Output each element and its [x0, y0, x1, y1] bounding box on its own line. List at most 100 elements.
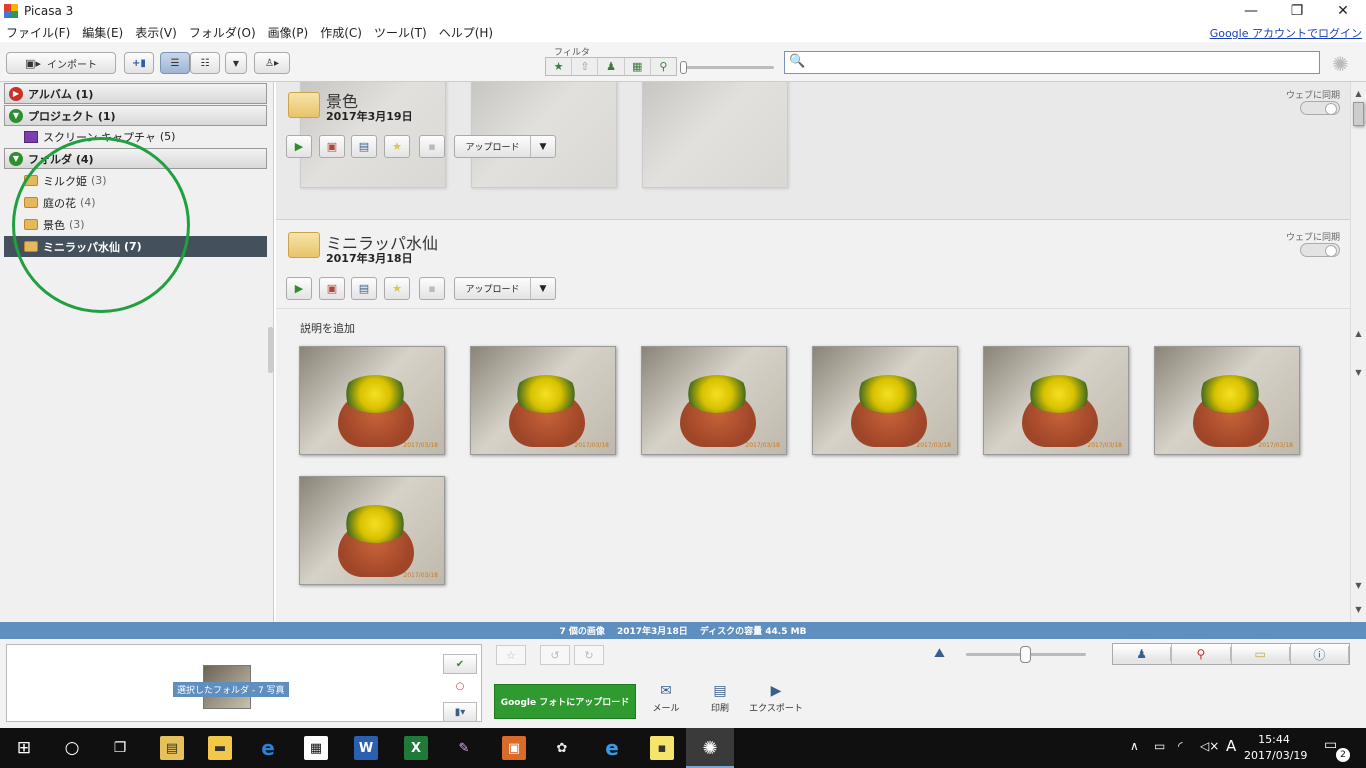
volume-muted-icon[interactable]: ◁× [1200, 739, 1219, 753]
photo-thumbnail[interactable]: 2017/03/18 [1154, 346, 1300, 455]
sidebar-item-mini-daffodil[interactable]: ミニラッパ水仙 (7) [4, 236, 267, 257]
sticky-notes-icon[interactable]: ▪ [650, 736, 674, 760]
print-action[interactable]: ▤ 印刷 [692, 683, 748, 714]
upload-button[interactable]: アップロード ▼ [454, 135, 556, 158]
rotate-left-button[interactable]: ↺ [540, 645, 570, 665]
restore-button[interactable]: ❐ [1274, 0, 1320, 22]
hold-button[interactable]: ✔ [443, 654, 477, 674]
sidebar-item-scenery[interactable]: 景色 (3) [4, 214, 267, 235]
word-app-icon[interactable]: W [354, 736, 378, 760]
sidebar-item-milk-hime[interactable]: ミルク姫 (3) [4, 170, 267, 191]
google-account-link[interactable]: Google アカウントでログイン [1210, 25, 1362, 41]
upload-button[interactable]: アップロード ▼ [454, 277, 556, 300]
picasa-app-icon[interactable]: ✺ [698, 736, 722, 760]
paint-app-icon[interactable]: ✎ [452, 736, 476, 760]
scrollbar-thumb[interactable] [1353, 102, 1364, 126]
movie-button[interactable]: ▤ [351, 277, 377, 300]
star-button[interactable]: ★ [384, 277, 410, 300]
filter-geotag-icon[interactable]: ⚲ [651, 58, 676, 75]
panel-splitter[interactable] [268, 327, 273, 373]
clear-button[interactable]: ○ [443, 676, 477, 696]
slideshow-button[interactable]: ▶ [286, 277, 312, 300]
places-panel-button[interactable]: ⚲ [1172, 644, 1232, 664]
close-button[interactable]: ✕ [1320, 0, 1366, 22]
export-action[interactable]: ▶ エクスポート [748, 683, 804, 714]
movie-button[interactable]: ▤ [351, 135, 377, 158]
thumbnail-size-slider[interactable] [966, 646, 1086, 663]
scroll-down-icon[interactable]: ▼ [1351, 365, 1366, 380]
photo-thumbnail[interactable]: 2017/03/18 [812, 346, 958, 455]
view-dropdown-button[interactable]: ▼ [225, 52, 247, 74]
tray-star-button[interactable]: ☆ [496, 645, 526, 665]
search-circle-icon[interactable]: ○ [60, 736, 84, 760]
sync-toggle[interactable] [1300, 243, 1340, 257]
scroll-down-icon[interactable]: ▼ [1351, 602, 1366, 617]
photo-thumbnail[interactable]: 2017/03/18 [983, 346, 1129, 455]
save-button[interactable]: ▪ [419, 277, 445, 300]
date-filter-slider[interactable] [680, 61, 774, 74]
section-projects[interactable]: ▼ プロジェクト (1) [4, 105, 267, 126]
ime-indicator[interactable]: A [1226, 737, 1236, 755]
info-panel-button[interactable]: ⓘ [1290, 644, 1349, 664]
slider-knob[interactable] [680, 61, 687, 74]
sidebar-item-screen-capture[interactable]: スクリーン キャプチャ (5) [4, 126, 267, 147]
filter-starred-icon[interactable]: ★ [546, 58, 573, 75]
collage-button[interactable]: ▣ [319, 135, 345, 158]
photo-thumbnail[interactable] [642, 82, 788, 188]
section-folders[interactable]: ▼ フォルダ (4) [4, 148, 267, 169]
edge-browser-icon[interactable]: e [256, 736, 280, 760]
sync-toggle[interactable] [1300, 101, 1340, 115]
people-panel-button[interactable]: ♟ [1113, 644, 1173, 664]
menu-tools[interactable]: ツール(T) [368, 24, 433, 41]
menu-picture[interactable]: 画像(P) [262, 24, 315, 41]
tags-panel-button[interactable]: ▭ [1231, 644, 1291, 664]
add-to-album-button[interactable]: +▮ [124, 52, 154, 74]
tree-view-button[interactable]: ☷ [190, 52, 220, 74]
scroll-up-icon[interactable]: ▲ [1351, 326, 1366, 341]
menu-help[interactable]: ヘルプ(H) [433, 24, 499, 41]
slideshow-button[interactable]: ▶ [286, 135, 312, 158]
paint-brush-app-icon[interactable]: ✿ [550, 736, 574, 760]
explorer-app-icon[interactable]: ▤ [160, 736, 184, 760]
filter-uploaded-icon[interactable]: ⇧ [572, 58, 599, 75]
rotate-right-button[interactable]: ↻ [574, 645, 604, 665]
sidebar-item-garden-flowers[interactable]: 庭の花 (4) [4, 192, 267, 213]
toolbox-app-icon[interactable]: ▣ [502, 736, 526, 760]
photo-thumbnail[interactable]: 2017/03/18 [641, 346, 787, 455]
add-description-label[interactable]: 説明を追加 [300, 320, 355, 336]
menu-create[interactable]: 作成(C) [314, 24, 368, 41]
photo-thumbnail[interactable]: 2017/03/18 [470, 346, 616, 455]
vertical-scrollbar[interactable]: ▲ ▲ ▼ ▼ ▼ [1350, 82, 1366, 622]
clock[interactable]: 15:44 2017/03/19 [1244, 732, 1307, 764]
people-button[interactable]: ♙▸ [254, 52, 290, 74]
menu-file[interactable]: ファイル(F) [0, 24, 76, 41]
google-photos-upload-button[interactable]: Google フォトにアップロード [494, 684, 636, 719]
task-view-icon[interactable]: ❐ [108, 736, 132, 760]
filter-video-icon[interactable]: ▦ [625, 58, 651, 75]
filter-faces-icon[interactable]: ♟ [598, 58, 625, 75]
section-albums[interactable]: ▶ アルバム (1) [4, 83, 267, 104]
menu-view[interactable]: 表示(V) [129, 24, 183, 41]
folder-app-icon[interactable]: ▬ [208, 736, 232, 760]
menu-edit[interactable]: 編集(E) [76, 24, 129, 41]
minimize-button[interactable]: — [1228, 0, 1274, 22]
search-input[interactable] [807, 54, 1312, 71]
library-view-button[interactable]: ☰ [160, 52, 190, 74]
photo-thumbnail[interactable]: 2017/03/18 [299, 346, 445, 455]
email-action[interactable]: ✉ メール [638, 683, 694, 714]
star-button[interactable]: ★ [384, 135, 410, 158]
add-to-button[interactable]: ▮▾ [443, 702, 477, 722]
menu-folder[interactable]: フォルダ(O) [183, 24, 262, 41]
save-button[interactable]: ▪ [419, 135, 445, 158]
scroll-up-icon[interactable]: ▲ [1351, 86, 1366, 101]
photo-thumbnail[interactable]: 2017/03/18 [299, 476, 445, 585]
slider-knob[interactable] [1020, 646, 1031, 663]
excel-app-icon[interactable]: X [404, 736, 428, 760]
import-button[interactable]: ▣▸ インポート [6, 52, 116, 74]
store-app-icon[interactable]: ▦ [304, 736, 328, 760]
ie-browser-icon[interactable]: e [600, 736, 624, 760]
windows-start-icon[interactable]: ⊞ [12, 736, 36, 760]
collage-button[interactable]: ▣ [319, 277, 345, 300]
battery-icon[interactable]: ▭ [1154, 739, 1165, 753]
show-hidden-icons-icon[interactable]: ∧ [1130, 739, 1139, 753]
